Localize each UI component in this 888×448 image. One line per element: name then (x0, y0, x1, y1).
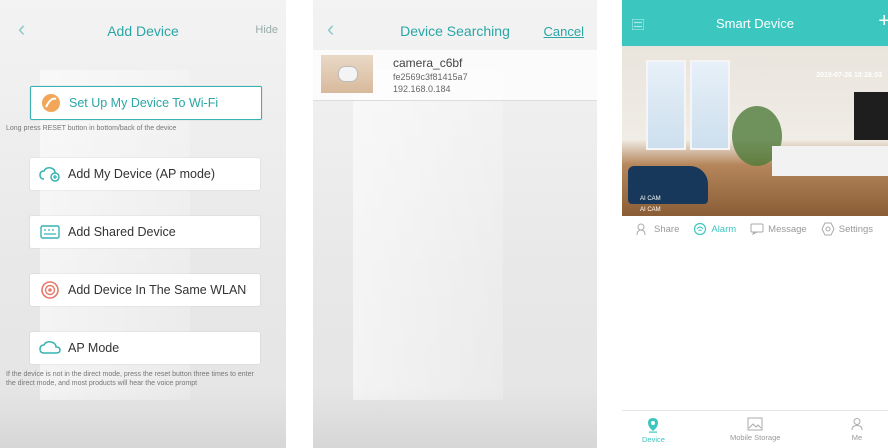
device-id: fe2569c3f81415a7 (393, 72, 468, 82)
keyboard-icon (38, 222, 62, 242)
chevron-left-icon[interactable]: ‹ (18, 18, 25, 40)
message-icon (750, 223, 764, 235)
smart-device-screen: Smart Device + 2019-07-26 10:28:03 AI CA… (622, 0, 888, 448)
ap-mode-hint: If the device is not in the direct mode,… (6, 371, 254, 387)
alarm-icon (694, 222, 707, 236)
watermark: AI CAM (640, 196, 661, 202)
menu-icon[interactable] (631, 17, 645, 31)
watermark: AI CAM (640, 207, 661, 213)
tab-device[interactable]: Device (642, 417, 665, 444)
page-title: Device Searching (400, 23, 510, 39)
share-label: Share (654, 223, 680, 235)
bottom-tab-bar: Device Mobile Storage Me (622, 410, 888, 448)
add-shared-device-label: Add Shared Device (68, 225, 176, 239)
cloud-icon (38, 338, 62, 358)
add-icon[interactable]: + (878, 10, 888, 33)
ap-mode-button[interactable]: AP Mode (30, 332, 260, 364)
alarm-label: Alarm (711, 223, 737, 235)
timestamp: 2019-07-26 10:28:03 (816, 72, 882, 79)
add-same-wlan-button[interactable]: Add Device In The Same WLAN (30, 274, 260, 306)
camera-live-view[interactable]: 2019-07-26 10:28:03 AI CAM AI CAM (622, 46, 888, 216)
camera-thumbnail (321, 55, 373, 93)
chevron-left-icon[interactable]: ‹ (327, 18, 334, 40)
cloud-add-icon (38, 164, 62, 184)
device-list-item[interactable]: camera_c6bf fe2569c3f81415a7 192.168.0.1… (313, 50, 597, 101)
settings-button[interactable]: Settings (821, 222, 873, 236)
tab-label: Mobile Storage (730, 433, 781, 442)
page-title: Smart Device (715, 15, 795, 31)
camera-actions: Share Alarm Message Settings (622, 216, 888, 242)
add-same-wlan-label: Add Device In The Same WLAN (68, 283, 247, 297)
device-name: camera_c6bf (393, 56, 463, 70)
tab-me[interactable]: Me (850, 417, 864, 442)
window-image (646, 60, 686, 150)
wifi-hint: Long press RESET button in bottom/back o… (6, 125, 177, 132)
add-shared-device-button[interactable]: Add Shared Device (30, 216, 260, 248)
add-ap-mode-button[interactable]: Add My Device (AP mode) (30, 158, 260, 190)
share-icon (636, 223, 646, 235)
message-label: Message (768, 223, 807, 235)
image-icon (747, 417, 763, 431)
alarm-button[interactable]: Alarm (693, 222, 736, 236)
tab-mobile-storage[interactable]: Mobile Storage (730, 417, 780, 442)
settings-label: Settings (838, 223, 874, 235)
message-button[interactable]: Message (750, 223, 807, 235)
camera-icon (338, 66, 358, 82)
device-ip: 192.168.0.184 (393, 84, 451, 94)
user-icon (851, 418, 863, 431)
add-device-screen: ‹ Add Device Hide Set Up My Device To Wi… (0, 0, 286, 448)
location-pin-icon (648, 418, 659, 433)
cabinet-image (772, 146, 888, 176)
tv-image (854, 92, 888, 140)
device-searching-screen: ‹ Device Searching Cancel camera_c6bf fe… (313, 0, 597, 448)
page-title: Add Device (107, 23, 179, 39)
wlan-icon (38, 280, 62, 300)
cancel-button[interactable]: Cancel (544, 24, 584, 39)
setup-wifi-label: Set Up My Device To Wi-Fi (69, 96, 219, 110)
window-image (690, 60, 730, 150)
hide-button[interactable]: Hide (255, 24, 278, 36)
header: ‹ Add Device Hide (0, 0, 286, 62)
ap-mode-label: AP Mode (68, 341, 120, 355)
tab-label: Me (851, 433, 863, 442)
settings-icon (821, 222, 835, 236)
setup-wifi-button[interactable]: Set Up My Device To Wi-Fi (30, 86, 262, 120)
header: Smart Device + (622, 0, 888, 46)
wifi-setup-icon (39, 93, 63, 113)
tab-label: Device (642, 435, 665, 444)
add-ap-mode-label: Add My Device (AP mode) (68, 167, 216, 181)
share-button[interactable]: Share (636, 223, 679, 235)
